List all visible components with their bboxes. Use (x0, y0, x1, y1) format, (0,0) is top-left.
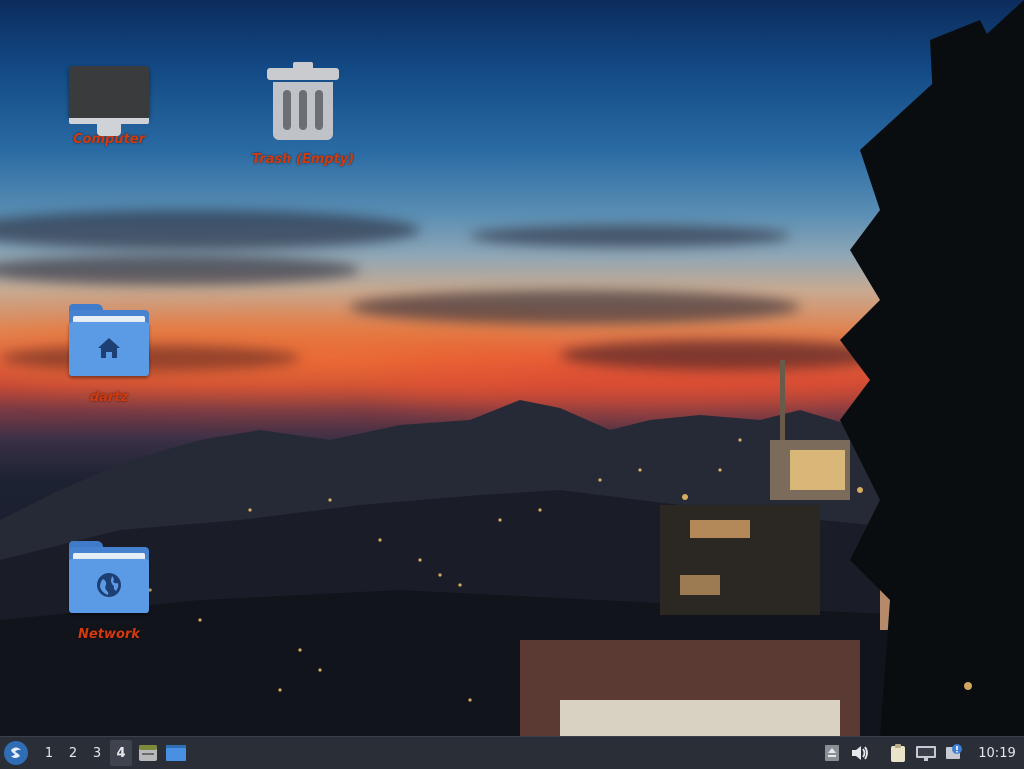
home-folder-icon (69, 304, 149, 376)
computer-icon (69, 66, 149, 136)
desktop-icon-home[interactable]: dartz (54, 304, 164, 405)
updates-icon[interactable] (942, 741, 966, 765)
volume-icon[interactable] (848, 741, 872, 765)
desktop-icon-label: dartz (89, 390, 129, 405)
desktop-icon-label: Trash (Empty) (251, 152, 355, 167)
network-display-icon[interactable] (914, 741, 938, 765)
desktop-icon-network[interactable]: Network (54, 541, 164, 642)
workspace-3-button[interactable]: 3 (86, 740, 108, 766)
file-manager-icon[interactable] (136, 741, 160, 765)
eject-icon[interactable] (820, 741, 844, 765)
desktop-icon-trash[interactable]: Trash (Empty) (248, 62, 358, 167)
taskbar: 1 2 3 4 10:19 (0, 736, 1024, 769)
workspace-1-button[interactable]: 1 (38, 740, 60, 766)
trash-icon (267, 62, 339, 142)
desktop-icon-label: Network (78, 627, 140, 642)
clock[interactable]: 10:19 (974, 746, 1020, 761)
workspace-4-button[interactable]: 4 (110, 740, 132, 766)
desktop-icon-computer[interactable]: Computer (54, 66, 164, 147)
app-menu-icon[interactable] (4, 741, 28, 765)
network-folder-icon (69, 541, 149, 613)
workspace-2-button[interactable]: 2 (62, 740, 84, 766)
show-desktop-icon[interactable] (164, 741, 188, 765)
clipboard-icon[interactable] (886, 741, 910, 765)
